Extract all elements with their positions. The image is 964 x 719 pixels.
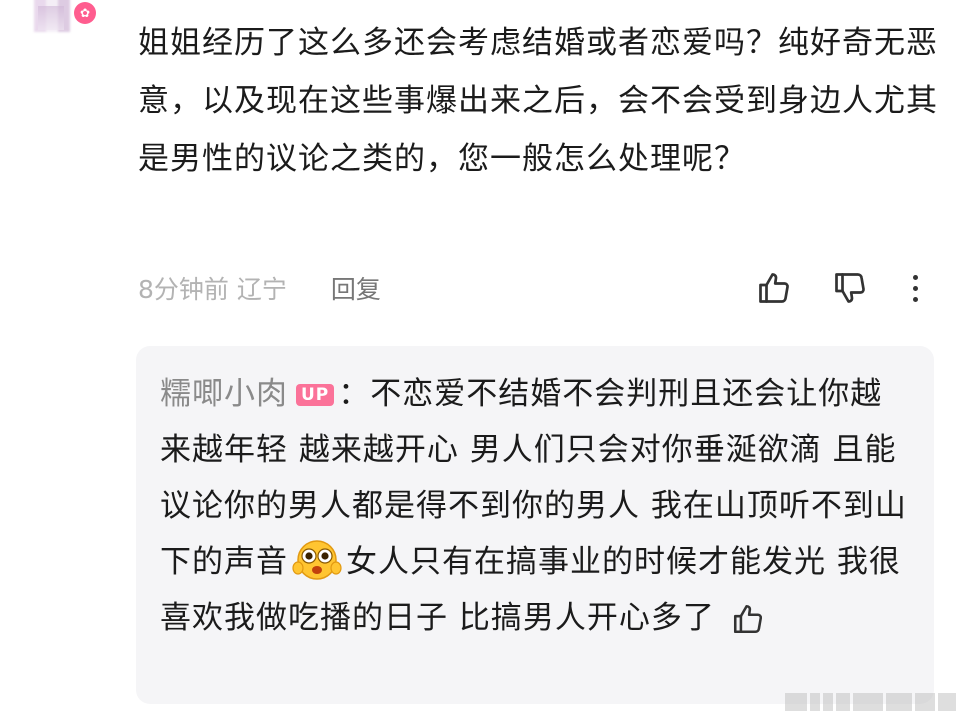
thumb-up-icon	[759, 273, 789, 303]
watermark	[756, 689, 956, 715]
avatar-image-detail	[38, 6, 64, 30]
like-button[interactable]	[752, 264, 796, 312]
reply-username[interactable]: 糯唧小肉	[160, 376, 288, 412]
more-vertical-icon[interactable]	[900, 264, 930, 312]
commenter-avatar[interactable]: ✿	[28, 0, 98, 38]
reply-like-button[interactable]	[731, 598, 765, 654]
dislike-button[interactable]	[828, 264, 872, 312]
excited-face-emoji	[292, 538, 342, 582]
up-badge: UP	[296, 384, 335, 406]
reply-content: 糯唧小肉 UP ：不恋爱不结婚不会判刑且还会让你越来越年轻 越来越开心 男人们只会对…	[160, 366, 912, 654]
thumb-up-icon	[733, 604, 762, 634]
reply-box[interactable]: 糯唧小肉 UP ：不恋爱不结婚不会判刑且还会让你越来越年轻 越来越开心 男人们只会对…	[136, 346, 934, 704]
reply-separator: ：	[338, 376, 371, 412]
reply-button[interactable]: 回复	[331, 270, 381, 306]
thumb-down-icon	[835, 273, 865, 303]
comment-time-location: 8分钟前 辽宁	[138, 275, 287, 304]
chat-icon: ✿	[74, 2, 96, 24]
comment-text: 姐姐经历了这么多还会考虑结婚或者恋爱吗？纯好奇无恶意，以及现在这些事爆出来之后，…	[138, 25, 938, 177]
comment-meta: 8分钟前 辽宁 回复	[138, 268, 381, 308]
